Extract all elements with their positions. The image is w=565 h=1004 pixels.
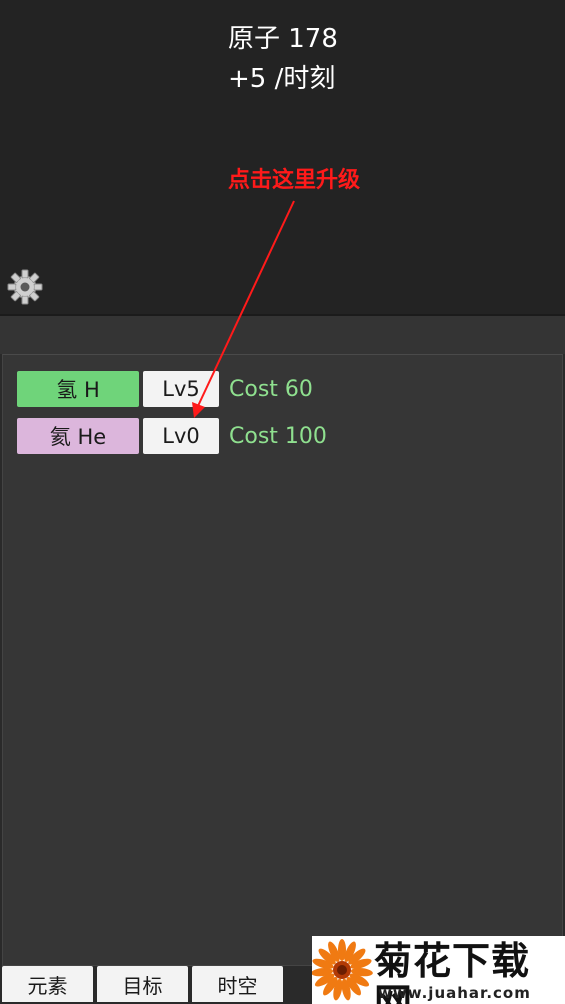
watermark-url: www.juahar.com (378, 984, 531, 1002)
tab-elements[interactable]: 元素 (2, 966, 93, 1002)
element-button-hydrogen[interactable]: 氢 H (17, 371, 139, 407)
bottom-tabs: 元素 目标 时空 (2, 966, 287, 1004)
cost-label-hydrogen: Cost 60 (229, 376, 313, 402)
gear-icon[interactable] (5, 267, 45, 307)
level-button-hydrogen[interactable]: Lv5 (143, 371, 219, 407)
tab-spacetime[interactable]: 时空 (192, 966, 283, 1002)
divider-band (0, 314, 565, 354)
element-row-hydrogen: 氢 H Lv5 Cost 60 (17, 371, 313, 407)
element-button-helium[interactable]: 氦 He (17, 418, 139, 454)
element-row-helium: 氦 He Lv0 Cost 100 (17, 418, 327, 454)
watermark: 菊花下载网 www.juahar.com (312, 936, 565, 1004)
upgrade-hint: 点击这里升级 (228, 168, 361, 193)
atom-count: 原子 178 (228, 24, 338, 54)
flower-logo-icon (312, 939, 373, 1001)
tab-goals[interactable]: 目标 (97, 966, 188, 1002)
atom-rate: +5 /时刻 (228, 64, 336, 94)
level-button-helium[interactable]: Lv0 (143, 418, 219, 454)
cost-label-helium: Cost 100 (229, 423, 327, 449)
top-panel: 原子 178 +5 /时刻 点击这里升级 (0, 0, 565, 314)
